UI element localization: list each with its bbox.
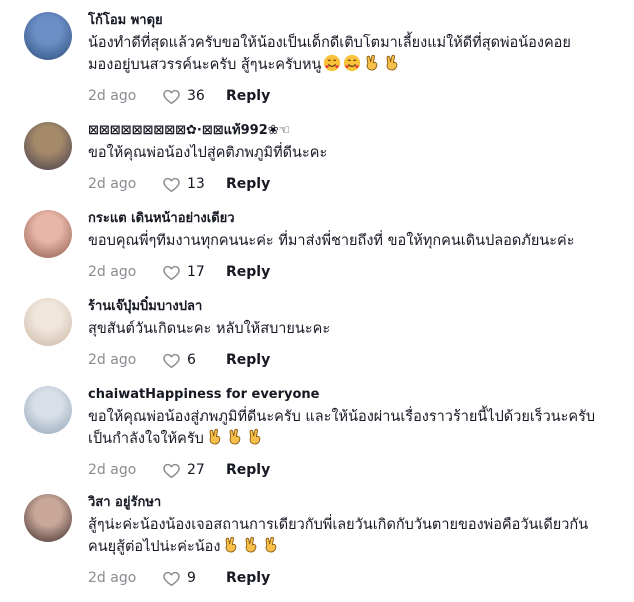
commenter-name[interactable]: ร้านเจ๊บุ๋มบิ๋มบางปลา	[88, 298, 624, 315]
comment-body: โก้โอม พาดุย น้องทำดีที่สุดแล้วครับขอให้…	[88, 12, 624, 106]
comment-text-line2: มองอยู่บนสวรรค์นะครับ สู้ๆนะครับหนู	[88, 57, 322, 73]
comment-text: ขอให้คุณพ่อน้องสู่ภพภูมิที่ดีนะครับ และใ…	[88, 406, 624, 450]
comment-text: ขอให้คุณพ่อน้องไปสู่คติภพภูมิที่ดีนะคะ	[88, 142, 624, 164]
comment-date: 2d ago	[88, 264, 137, 280]
reply-button[interactable]: Reply	[226, 264, 270, 280]
like-count: 9	[187, 570, 196, 586]
victory-hand-icon	[367, 54, 378, 71]
avatar[interactable]	[24, 210, 72, 258]
comment-emojis	[204, 428, 264, 447]
victory-hand-icon	[229, 428, 241, 445]
comment-text: สุขสันต์วันเกิดนะคะ หลับให้สบายนะคะ	[88, 318, 624, 340]
commenter-name[interactable]: โก้โอม พาดุย	[88, 12, 624, 29]
like-count: 17	[187, 264, 205, 280]
comment-date: 2d ago	[88, 88, 137, 104]
comment-date: 2d ago	[88, 462, 137, 478]
comment-body: ร้านเจ๊บุ๋มบิ๋มบางปลา สุขสันต์วันเกิดนะค…	[88, 298, 624, 370]
victory-hand-icon	[209, 428, 221, 445]
like-count: 6	[187, 352, 196, 368]
comment-text-line1: ขอให้คุณพ่อน้องสู่ภพภูมิที่ดีนะครับ และใ…	[88, 409, 596, 425]
like-count: 36	[187, 88, 205, 104]
comment-date: 2d ago	[88, 352, 137, 368]
comment-meta: 2d ago 36 Reply	[88, 86, 624, 106]
reply-button[interactable]: Reply	[226, 176, 270, 192]
smiling-face-with-hearts-icon	[324, 54, 341, 72]
victory-hand-icon	[387, 54, 398, 71]
reply-button[interactable]: Reply	[226, 570, 270, 586]
victory-hand-icon	[249, 428, 261, 445]
heart-icon	[163, 177, 180, 192]
like-count: 27	[187, 462, 205, 478]
comment-body: กระแต เดินหน้าอย่างเดียว ขอบคุณพี่ๆทีมงา…	[88, 210, 624, 282]
comment-text-line2: เป็นกำลังใจให้ครับ	[88, 431, 204, 447]
heart-icon	[163, 265, 180, 280]
heart-icon	[163, 571, 180, 586]
reply-button[interactable]: Reply	[226, 462, 270, 478]
comment-emojis	[321, 54, 401, 73]
comment-meta: 2d ago 6 Reply	[88, 350, 624, 370]
avatar[interactable]	[24, 298, 72, 346]
comment-meta: 2d ago 9 Reply	[88, 568, 624, 588]
avatar[interactable]	[24, 494, 72, 542]
comment-text-line1: สุขสันต์วันเกิดนะคะ หลับให้สบายนะคะ	[88, 321, 331, 337]
like-button[interactable]: 13	[162, 175, 226, 194]
like-button[interactable]: 17	[162, 263, 226, 282]
victory-hand-icon	[266, 536, 277, 553]
commenter-name[interactable]: ⊠⊠⊠⊠⊠⊠⊠⊠⊠✿·⊠⊠แท้992❀☜	[88, 122, 624, 139]
commenter-name[interactable]: chaiwatHappiness for everyone	[88, 386, 624, 403]
comment-meta: 2d ago 13 Reply	[88, 174, 624, 194]
comment-text-line1: น้องทำดีที่สุดแล้วครับขอให้น้องเป็นเด็กด…	[88, 35, 571, 51]
comment-date: 2d ago	[88, 570, 137, 586]
reply-button[interactable]: Reply	[226, 352, 270, 368]
comment-meta: 2d ago 17 Reply	[88, 262, 624, 282]
smiling-face-with-hearts-icon	[344, 54, 361, 72]
commenter-name[interactable]: กระแต เดินหน้าอย่างเดียว	[88, 210, 624, 227]
comment-emojis	[220, 536, 280, 555]
comment-meta: 2d ago 27 Reply	[88, 460, 624, 480]
like-button[interactable]: 36	[162, 87, 226, 106]
like-button[interactable]: 9	[162, 569, 226, 588]
like-button[interactable]: 27	[162, 461, 226, 480]
reply-button[interactable]: Reply	[226, 88, 270, 104]
heart-icon	[163, 463, 180, 478]
comment-date: 2d ago	[88, 176, 137, 192]
avatar[interactable]	[24, 386, 72, 434]
heart-icon	[163, 353, 180, 368]
like-count: 13	[187, 176, 205, 192]
comment-text-line1: สู้ๆน่ะค่ะน้องน้องเจอสถานการเดียวกับพี่เ…	[88, 517, 589, 533]
comment-text: สู้ๆน่ะค่ะน้องน้องเจอสถานการเดียวกับพี่เ…	[88, 514, 624, 558]
heart-icon	[163, 89, 180, 104]
avatar[interactable]	[24, 122, 72, 170]
comment-text: ขอบคุณพี่ๆทีมงานทุกคนนะค่ะ ที่มาส่งพี่ชา…	[88, 230, 624, 252]
comment-text-line1: ขอบคุณพี่ๆทีมงานทุกคนนะค่ะ ที่มาส่งพี่ชา…	[88, 233, 575, 249]
comment-body: วิสา อยู่รักษา สู้ๆน่ะค่ะน้องน้องเจอสถาน…	[88, 494, 624, 588]
victory-hand-icon	[246, 536, 257, 553]
comment-text-line1: ขอให้คุณพ่อน้องไปสู่คติภพภูมิที่ดีนะคะ	[88, 145, 328, 161]
victory-hand-icon	[226, 536, 237, 553]
comment-body: chaiwatHappiness for everyone ขอให้คุณพ่…	[88, 386, 624, 480]
comment-text-line2: คนยุสู้ต่อไปน่ะค่ะน้อง	[88, 539, 221, 555]
comment-body: ⊠⊠⊠⊠⊠⊠⊠⊠⊠✿·⊠⊠แท้992❀☜ ขอให้คุณพ่อน้องไปส…	[88, 122, 624, 194]
comment-text: น้องทำดีที่สุดแล้วครับขอให้น้องเป็นเด็กด…	[88, 32, 624, 76]
avatar[interactable]	[24, 12, 72, 60]
like-button[interactable]: 6	[162, 351, 226, 370]
commenter-name[interactable]: วิสา อยู่รักษา	[88, 494, 624, 511]
